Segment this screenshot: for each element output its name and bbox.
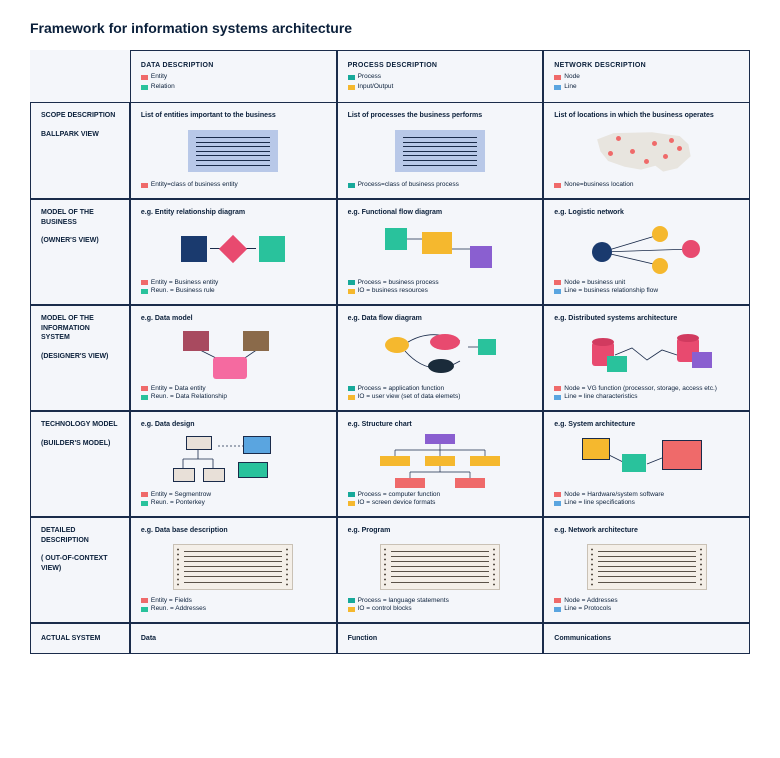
swatch-icon bbox=[141, 280, 148, 285]
row-detailed: DETAILED DESCRIPTION ( OUT-OF-CONTEXT VI… bbox=[30, 517, 750, 623]
us-map-icon bbox=[554, 124, 739, 178]
swatch-icon bbox=[141, 492, 148, 497]
swatch-icon bbox=[554, 280, 561, 285]
cell-designer-process: e.g. Data flow diagram Process = applica… bbox=[337, 305, 544, 411]
swatch-icon bbox=[554, 386, 561, 391]
cell-detailed-data: e.g. Data base description Entity = Fiel… bbox=[130, 517, 337, 623]
swatch-icon bbox=[554, 395, 561, 400]
row-actual: ACTUAL SYSTEM Data Function Communicatio… bbox=[30, 623, 750, 654]
cell-builder-data: e.g. Data design Entity = Segmentrow Reu… bbox=[130, 411, 337, 517]
cell-builder-network: e.g. System architecture Node = Hardware… bbox=[543, 411, 750, 517]
cell-owner-process: e.g. Functional flow diagram Process = b… bbox=[337, 199, 544, 305]
dfd-icon bbox=[348, 328, 533, 382]
datadesign-icon bbox=[141, 434, 326, 488]
row-owner-label: MODEL OF THE BUSINESS (OWNER'S VIEW) bbox=[30, 199, 130, 305]
swatch-icon bbox=[554, 492, 561, 497]
row-scope-label: SCOPE DESCRIPTION BALLPARK VIEW bbox=[30, 102, 130, 199]
erd-icon bbox=[141, 222, 326, 276]
row-designer: MODEL OF THE INFORMATION SYSTEM (DESIGNE… bbox=[30, 305, 750, 411]
swatch-yellow-icon bbox=[348, 85, 355, 90]
swatch-icon bbox=[348, 289, 355, 294]
legend-node: Node bbox=[554, 73, 739, 82]
doc-lines-icon bbox=[141, 124, 326, 178]
row-owner: MODEL OF THE BUSINESS (OWNER'S VIEW) e.g… bbox=[30, 199, 750, 305]
swatch-icon bbox=[554, 183, 561, 188]
col-process-title: PROCESS DESCRIPTION bbox=[348, 61, 533, 70]
swatch-icon bbox=[348, 598, 355, 603]
swatch-icon bbox=[141, 395, 148, 400]
cell-owner-network: e.g. Logistic network Node = business un… bbox=[543, 199, 750, 305]
swatch-icon bbox=[141, 289, 148, 294]
col-network-title: NETWORK DESCRIPTION bbox=[554, 61, 739, 70]
cell-actual-network: Communications bbox=[543, 623, 750, 654]
listing-icon bbox=[554, 540, 739, 594]
col-process-header: PROCESS DESCRIPTION Process Input/Output bbox=[337, 50, 544, 102]
listing-icon bbox=[141, 540, 326, 594]
cell-builder-process: e.g. Structure chart Process = computer … bbox=[337, 411, 544, 517]
swatch-icon bbox=[348, 492, 355, 497]
swatch-icon bbox=[141, 501, 148, 506]
ffd-icon bbox=[348, 222, 533, 276]
logistic-net-icon bbox=[554, 222, 739, 276]
row-scope: SCOPE DESCRIPTION BALLPARK VIEW List of … bbox=[30, 102, 750, 199]
framework-grid: DATA DESCRIPTION Entity Relation PROCESS… bbox=[30, 50, 750, 654]
legend-process: Process bbox=[348, 73, 533, 82]
legend-io: Input/Output bbox=[348, 83, 533, 92]
doc-lines-icon bbox=[348, 124, 533, 178]
row-detailed-label: DETAILED DESCRIPTION ( OUT-OF-CONTEXT VI… bbox=[30, 517, 130, 623]
swatch-icon bbox=[348, 501, 355, 506]
swatch-icon bbox=[554, 598, 561, 603]
swatch-icon bbox=[348, 280, 355, 285]
datamodel-icon bbox=[141, 328, 326, 382]
sysarch-icon bbox=[554, 434, 739, 488]
col-data-title: DATA DESCRIPTION bbox=[141, 61, 326, 70]
row-builder: TECHNOLOGY MODEL (BUILDER'S MODEL) e.g. … bbox=[30, 411, 750, 517]
row-builder-label: TECHNOLOGY MODEL (BUILDER'S MODEL) bbox=[30, 411, 130, 517]
struct-chart-icon bbox=[348, 434, 533, 488]
cell-owner-data: e.g. Entity relationship diagram Entity … bbox=[130, 199, 337, 305]
swatch-icon bbox=[348, 607, 355, 612]
cell-actual-data: Data bbox=[130, 623, 337, 654]
swatch-red-icon bbox=[554, 75, 561, 80]
swatch-icon bbox=[348, 386, 355, 391]
distsys-icon bbox=[554, 328, 739, 382]
swatch-icon bbox=[141, 183, 148, 188]
swatch-icon bbox=[554, 607, 561, 612]
header-row: DATA DESCRIPTION Entity Relation PROCESS… bbox=[30, 50, 750, 102]
swatch-icon bbox=[348, 395, 355, 400]
legend-entity: Entity bbox=[141, 73, 326, 82]
swatch-icon bbox=[141, 386, 148, 391]
swatch-red-icon bbox=[141, 75, 148, 80]
header-empty bbox=[30, 50, 130, 102]
row-designer-label: MODEL OF THE INFORMATION SYSTEM (DESIGNE… bbox=[30, 305, 130, 411]
swatch-teal-icon bbox=[348, 75, 355, 80]
listing-icon bbox=[348, 540, 533, 594]
cell-actual-process: Function bbox=[337, 623, 544, 654]
cell-scope-data: List of entities important to the busine… bbox=[130, 102, 337, 199]
cell-scope-process: List of processes the business performs … bbox=[337, 102, 544, 199]
col-data-header: DATA DESCRIPTION Entity Relation bbox=[130, 50, 337, 102]
swatch-icon bbox=[554, 501, 561, 506]
cell-detailed-process: e.g. Program Process = language statemen… bbox=[337, 517, 544, 623]
swatch-icon bbox=[554, 289, 561, 294]
cell-detailed-network: e.g. Network architecture Node = Address… bbox=[543, 517, 750, 623]
swatch-icon bbox=[141, 598, 148, 603]
page-title: Framework for information systems archit… bbox=[30, 20, 750, 36]
swatch-green-icon bbox=[141, 85, 148, 90]
cell-designer-network: e.g. Distributed systems architecture No… bbox=[543, 305, 750, 411]
swatch-icon bbox=[141, 607, 148, 612]
col-network-header: NETWORK DESCRIPTION Node Line bbox=[543, 50, 750, 102]
cell-designer-data: e.g. Data model Entity = Data entity Reu… bbox=[130, 305, 337, 411]
swatch-icon bbox=[348, 183, 355, 188]
legend-relation: Relation bbox=[141, 83, 326, 92]
swatch-blue-icon bbox=[554, 85, 561, 90]
cell-scope-network: List of locations in which the business … bbox=[543, 102, 750, 199]
legend-line: Line bbox=[554, 83, 739, 92]
row-actual-label: ACTUAL SYSTEM bbox=[30, 623, 130, 654]
